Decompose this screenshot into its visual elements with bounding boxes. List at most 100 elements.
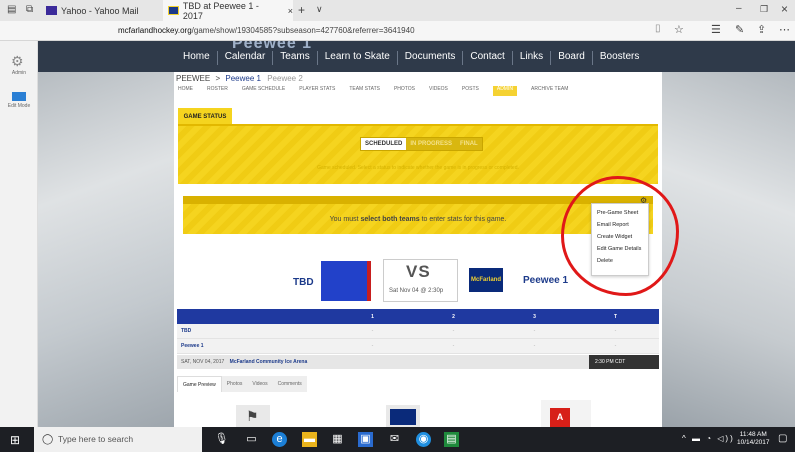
header-period-3: 3 [533,313,536,320]
tab-photos[interactable]: Photos [222,376,248,392]
url-domain: mcfarlandhockey.org [118,26,192,35]
nav-links[interactable]: Links [513,51,550,65]
task-view-icon[interactable]: ▭ [244,432,259,447]
web-page: Peewee 1 Home Calendar Teams Learn to Sk… [0,41,795,427]
tab-game-preview[interactable]: Game Preview [177,376,222,392]
subnav-archive-team[interactable]: ARCHIVE TEAM [531,86,568,96]
red-annotation-circle [561,176,679,296]
status-final-button[interactable]: FINAL [456,138,482,150]
row-team[interactable]: Peewee 1 [177,343,332,349]
tab-yahoo-mail[interactable]: Yahoo - Yahoo Mail [41,0,160,21]
preview-tabs: Game Preview Photos Videos Comments [177,376,307,392]
subnav-team-stats[interactable]: TEAM STATS [349,86,380,96]
score-cell: - [533,343,536,349]
mail-app-icon[interactable]: ✉ [387,432,402,447]
reading-view-icon[interactable]: ▯ [655,23,661,34]
windows-taskbar: ⊞ ◯ Type here to search 🎙 ▭ e ▬ ▦ ▣ ✉ ◉ … [0,427,795,452]
windows-start-icon[interactable]: ⊞ [10,433,20,447]
site-favicon [168,6,179,15]
file-explorer-icon[interactable]: ▬ [302,432,317,447]
breadcrumb-root[interactable]: PEEWEE [176,74,210,83]
flag-thumbnail[interactable]: ⚑ [236,405,270,427]
team-sub-nav: HOME ROSTER GAME SCHEDULE PLAYER STATS T… [174,86,662,96]
background-rink-right [660,41,795,427]
subnav-videos[interactable]: VIDEOS [429,86,448,96]
table-row: Peewee 1 - - - - [177,339,659,354]
clock-date: 10/14/2017 [737,439,770,446]
browser-tab-bar: ▤ ⧉ Yahoo - Yahoo Mail TBD at Peewee 1 -… [0,0,795,21]
team-logo-thumbnail[interactable] [386,405,420,427]
score-cell: - [614,343,617,349]
away-team-logo [321,261,371,301]
close-tab-icon[interactable]: × [288,6,293,16]
score-cell: - [452,343,455,349]
more-options-icon[interactable]: ⋯ [779,23,790,36]
home-team-name[interactable]: Peewee 1 [523,275,568,286]
tab-comments[interactable]: Comments [273,376,307,392]
subnav-roster[interactable]: ROSTER [207,86,228,96]
nav-board[interactable]: Board [551,51,592,65]
subnav-game-schedule[interactable]: GAME SCHEDULE [242,86,285,96]
notification-icon[interactable]: ▢ [778,433,787,444]
breadcrumb-current[interactable]: Peewee 1 [225,74,261,83]
restore-button[interactable]: ❐ [760,4,768,15]
score-header-row: 1 2 3 T [177,309,659,324]
status-scheduled-button[interactable]: SCHEDULED [361,138,407,150]
microphone-icon[interactable]: 🎙 [214,432,229,447]
away-team-name[interactable]: TBD [293,277,314,288]
close-window-button[interactable]: × [781,2,788,16]
chrome-browser-icon[interactable]: ◉ [416,432,431,447]
edge-browser-icon[interactable]: e [272,432,287,447]
subnav-home[interactable]: HOME [178,86,193,96]
gear-icon[interactable]: ⚙ [11,53,24,70]
game-info-time: 2:30 PM CDT [589,355,659,369]
game-date: Sat Nov 04 @ 2:30p [389,288,444,294]
minimize-button[interactable]: – [736,3,742,14]
nav-learn-to-skate[interactable]: Learn to Skate [318,51,397,65]
mail-icon [46,6,57,15]
edit-mode-icon[interactable] [12,92,26,101]
nav-home[interactable]: Home [176,51,217,65]
share-icon[interactable]: ⇪ [757,23,766,36]
status-toggle: SCHEDULED IN PROGRESS FINAL [360,137,483,151]
site-top-nav: Peewee 1 Home Calendar Teams Learn to Sk… [0,41,795,72]
tab-menu-button[interactable]: ∨ [316,4,323,15]
row-team[interactable]: TBD [177,328,332,334]
breadcrumb-extra[interactable]: Peewee 2 [267,74,303,83]
nav-calendar[interactable]: Calendar [218,51,273,65]
new-tab-button[interactable]: + [298,3,305,17]
select-both-teams-link[interactable]: select both teams [360,216,419,223]
nav-documents[interactable]: Documents [398,51,463,65]
favorite-star-icon[interactable]: ☆ [674,23,684,36]
nav-contact[interactable]: Contact [463,51,511,65]
status-in-progress-button[interactable]: IN PROGRESS [406,138,457,150]
tab-current-game[interactable]: TBD at Peewee 1 - 2017 × [163,0,293,21]
system-clock[interactable]: 11:48 AM 10/14/2017 [737,431,770,447]
favorites-hub-icon[interactable]: ☰ [711,23,721,36]
home-team-logo: McFarland [469,268,503,292]
address-input[interactable]: mcfarlandhockey.org/game/show/19304585?s… [118,26,415,35]
subnav-photos[interactable]: PHOTOS [394,86,415,96]
store-icon[interactable]: ▦ [330,432,345,447]
system-tray-icons[interactable]: ^ ▬ ◔ ◁)) [682,434,735,443]
search-placeholder: Type here to search [58,434,134,444]
subnav-posts[interactable]: POSTS [462,86,479,96]
excel-icon[interactable]: ▤ [444,432,459,447]
tab-list-icon[interactable]: ▤ [7,4,16,15]
score-cell: - [452,328,455,334]
web-note-icon[interactable]: ✎ [735,23,744,36]
tab-preview-icon[interactable]: ⧉ [26,4,33,15]
venue-link[interactable]: McFarland Community Ice Arena [230,359,308,365]
admin-label[interactable]: Admin [0,70,38,76]
subnav-admin[interactable]: ADMIN [492,86,517,96]
tab-videos[interactable]: Videos [247,376,272,392]
subnav-player-stats[interactable]: PLAYER STATS [299,86,335,96]
tab-title: TBD at Peewee 1 - 2017 [182,0,259,21]
taskbar-search-box[interactable]: ◯ Type here to search [34,427,202,452]
nav-boosters[interactable]: Boosters [593,51,646,65]
stats-msg-post: to enter stats for this game. [419,216,507,223]
nav-teams[interactable]: Teams [273,51,316,65]
media-app-icon[interactable]: ▣ [358,432,373,447]
header-period-2: 2 [452,313,455,320]
edit-mode-label[interactable]: Edit Mode [0,103,38,109]
